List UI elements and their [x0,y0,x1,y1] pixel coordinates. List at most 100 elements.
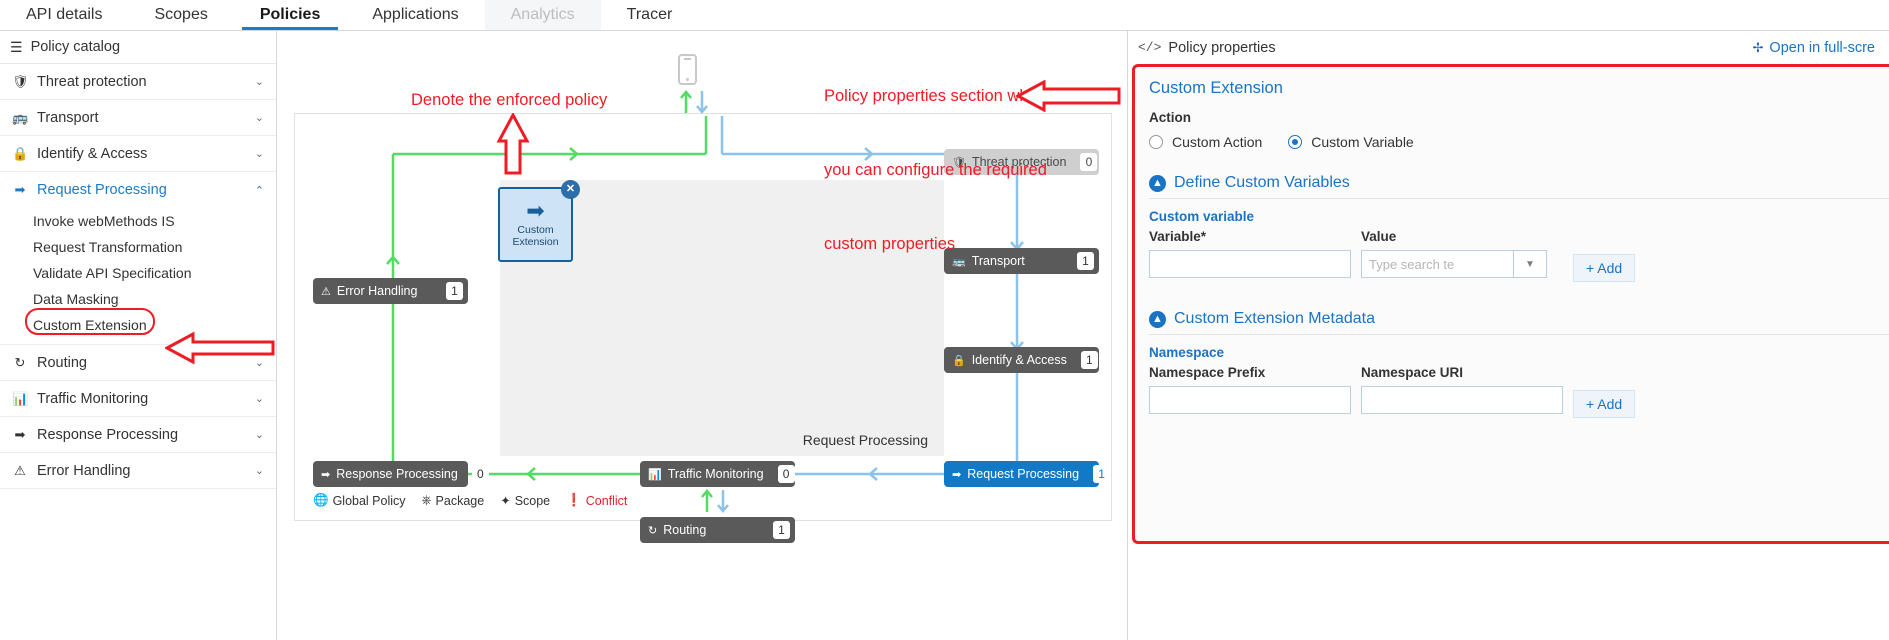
arrow-in-icon: ➡ [952,468,962,481]
policy-catalog-title: Policy catalog [30,39,121,55]
sidebar-subitem-validate-api-specification[interactable]: Validate API Specification [0,260,276,286]
node-threat-protection[interactable]: 🛡 Threat protection 0 [944,149,1099,175]
tab-label: Scopes [154,6,208,23]
annotation-arrow-up [496,113,530,175]
legend-scope: ✦ Scope [500,493,550,509]
policy-flow-canvas: Request Processing ➡ Custom Extension ✕ ⚠… [277,31,1126,640]
annotation-arrow-to-panel [1016,80,1121,112]
policy-properties-panel: </> Policy properties ✢ Open in full-scr… [1127,31,1889,640]
node-label: Response Processing [336,467,458,481]
close-circle-icon[interactable]: ✕ [561,180,580,199]
namespace-prefix-input[interactable] [1149,386,1351,414]
tab-label: Applications [372,6,459,23]
node-request-processing[interactable]: ➡ Request Processing 1 [944,461,1111,487]
diagram-legend: 🌐 Global Policy ⎈ Package ✦ Scope ❗ Conf… [313,493,627,508]
node-response-processing[interactable]: ➡ Response Processing 0 [313,461,489,487]
tab-scopes[interactable]: Scopes [128,0,233,30]
radio-custom-variable[interactable]: Custom Variable [1288,134,1414,150]
chevron-up-icon[interactable]: ⌃ [255,184,264,197]
open-in-fullscreen-button[interactable]: ✢ Open in full-scre [1753,40,1875,56]
node-routing[interactable]: ↻ Routing 1 [640,517,795,543]
expand-icon: ✢ [1752,39,1764,55]
node-traffic-monitoring[interactable]: 📊 Traffic Monitoring 0 [640,461,795,487]
section-header-define-custom-variables[interactable]: ▲ Define Custom Variables [1149,174,1889,192]
radio-custom-action[interactable]: Custom Action [1149,134,1262,150]
add-variable-button[interactable]: + Add [1573,254,1636,282]
legend-label: Package [435,493,485,508]
lock-icon: 🔒 [952,354,966,367]
node-label: Identify & Access [971,353,1067,367]
node-count: 1 [1080,351,1098,369]
legend-label: Global Policy [332,493,406,508]
custom-variable-field-row: Variable* Value ▼ + Add [1149,229,1889,282]
chevron-down-icon[interactable]: ⌄ [255,392,264,405]
section-header-custom-extension-metadata[interactable]: ▲ Custom Extension Metadata [1149,310,1889,328]
policy-diagram: Request Processing ➡ Custom Extension ✕ ⚠… [294,113,1112,543]
section-title: Custom Extension Metadata [1174,310,1375,327]
value-field-wrap: Value ▼ [1361,229,1563,278]
tab-label: API details [26,6,103,23]
hamburger-icon[interactable]: ☰ [10,40,23,54]
node-label: Threat protection [971,155,1067,169]
chevron-down-icon[interactable]: ▼ [1513,250,1547,278]
sidebar-subitem-label: Request Transformation [33,239,183,255]
chevron-down-icon[interactable]: ⌄ [255,428,264,441]
bar-chart-icon: 📊 [12,390,29,406]
sidebar-item-response-processing[interactable]: ➡ Response Processing ⌄ [0,417,276,453]
chevron-down-icon[interactable]: ⌄ [255,464,264,477]
tab-label: Policies [259,6,321,23]
sidebar-item-threat-protection[interactable]: 🛡 Threat protection ⌄ [0,64,276,100]
sidebar-item-transport[interactable]: 🚌 Transport ⌄ [0,100,276,136]
sidebar-item-label: Transport [37,109,99,126]
sidebar-subitem-data-masking[interactable]: Data Masking [0,286,276,312]
tab-applications[interactable]: Applications [346,0,484,30]
node-error-handling[interactable]: ⚠ Error Handling 1 [313,278,468,304]
sidebar-item-traffic-monitoring[interactable]: 📊 Traffic Monitoring ⌄ [0,381,276,417]
code-icon: </> [1138,40,1162,55]
radio-label: Custom Action [1172,134,1263,150]
radio-button-selected[interactable] [1288,135,1303,149]
namespace-uri-label: Namespace URI [1361,365,1464,380]
variable-input[interactable] [1149,250,1351,278]
namespace-prefix-field-wrap: Namespace Prefix [1149,365,1351,414]
collapse-up-icon[interactable]: ▲ [1149,310,1166,328]
sidebar-subitem-request-transformation[interactable]: Request Transformation [0,234,276,260]
value-search-input[interactable] [1361,250,1513,278]
chevron-down-icon[interactable]: ⌄ [255,75,264,88]
group-title-custom-variable: Custom variable [1149,209,1255,224]
tab-api-details[interactable]: API details [0,0,128,30]
collapse-up-icon[interactable]: ▲ [1149,174,1166,192]
node-transport[interactable]: 🚌 Transport 1 [944,248,1099,274]
mobile-phone-icon [678,54,697,85]
tab-label: Analytics [510,6,575,23]
sidebar-item-label: Error Handling [37,462,131,479]
scope-icon: ✦ [500,494,511,508]
value-combobox: ▼ [1361,250,1563,278]
sidebar-item-label: Response Processing [37,426,179,443]
open-in-fullscreen-label: Open in full-scre [1769,39,1875,56]
chevron-down-icon[interactable]: ⌄ [255,111,264,124]
section-divider [1149,198,1889,199]
tab-policies[interactable]: Policies [234,0,346,30]
node-label: Request Processing [967,467,1080,481]
sidebar-item-identify-access[interactable]: 🔒 Identify & Access ⌄ [0,136,276,172]
sidebar-item-label: Threat protection [37,73,147,90]
main-tab-bar: API details Scopes Policies Applications… [0,0,1889,31]
node-identify-access[interactable]: 🔒 Identify & Access 1 [944,347,1099,373]
sidebar-item-error-handling[interactable]: ⚠ Error Handling ⌄ [0,453,276,489]
sidebar-subitem-invoke-webmethods-is[interactable]: Invoke webMethods IS [0,208,276,234]
tab-tracer[interactable]: Tracer [601,0,699,30]
node-count: 0 [1080,153,1098,171]
refresh-icon: ↻ [14,354,26,370]
sidebar-subitem-label: Custom Extension [33,317,147,333]
action-label: Action [1149,110,1191,125]
node-count: 0 [471,465,489,483]
policy-category-list: 🛡 Threat protection ⌄ 🚌 Transport ⌄ 🔒 Id… [0,63,276,489]
add-namespace-button[interactable]: + Add [1573,390,1636,418]
radio-button[interactable] [1149,135,1163,149]
chevron-down-icon[interactable]: ⌄ [255,147,264,160]
namespace-uri-input[interactable] [1361,386,1563,414]
custom-extension-policy-card[interactable]: ➡ Custom Extension ✕ [498,180,580,262]
sidebar-item-request-processing[interactable]: ➡ Request Processing ⌃ [0,172,276,208]
stage-label: Request Processing [802,432,928,448]
